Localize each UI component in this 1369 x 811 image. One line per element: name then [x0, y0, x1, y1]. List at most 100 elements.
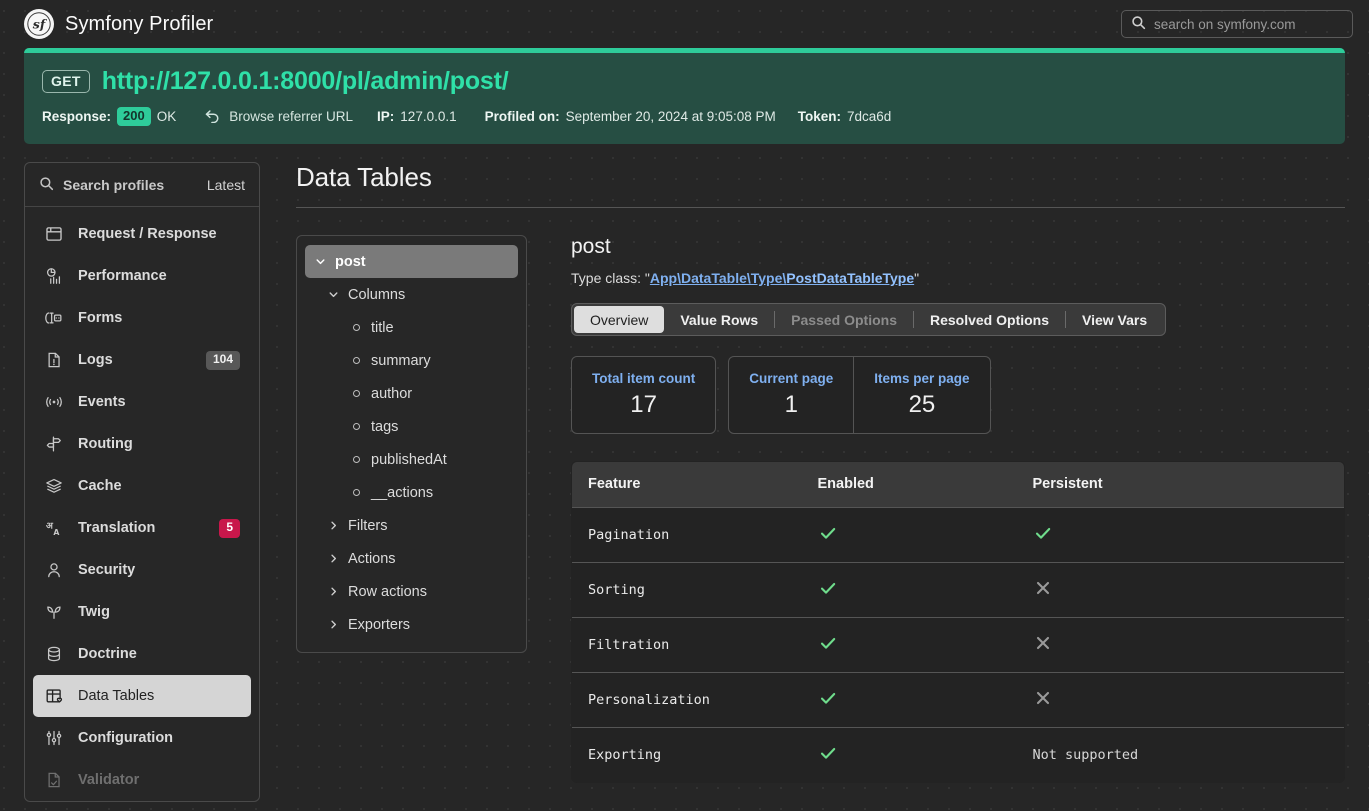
chevron-right-icon — [327, 619, 339, 631]
profiled-on-label: Profiled on: — [484, 109, 560, 125]
stat-label: Current page — [749, 371, 834, 387]
sidebar-item-forms[interactable]: Forms — [33, 297, 251, 339]
table-row: Sorting — [572, 562, 1344, 618]
tree-node-column-publishedat[interactable]: publishedAt — [305, 443, 518, 476]
symfony-search-box[interactable] — [1121, 10, 1353, 38]
tree-node-label: __actions — [371, 484, 434, 501]
browse-referrer-label: Browse referrer URL — [229, 109, 354, 125]
tree-node-column-actions[interactable]: __actions — [305, 476, 518, 509]
chevron-down-icon — [314, 256, 326, 268]
feature-table-head: Feature Enabled Persistent — [572, 462, 1344, 508]
stat-cell: Current page 1 — [729, 357, 853, 433]
detail-title: post — [571, 235, 611, 259]
sidebar-item-doctrine[interactable]: Doctrine — [33, 633, 251, 675]
bullet-icon — [353, 357, 360, 365]
type-class-link[interactable]: App\DataTable\Type\PostDataTableType — [650, 270, 914, 286]
tree-node-actions[interactable]: Actions — [305, 542, 518, 575]
check-icon — [1033, 523, 1053, 543]
stat-value: 17 — [630, 391, 657, 419]
stat-label: Items per page — [874, 371, 970, 387]
tree-node-exporters[interactable]: Exporters — [305, 608, 518, 641]
sidebar-item-label: Routing — [78, 436, 133, 453]
user-icon — [44, 560, 64, 580]
sidebar-item-performance[interactable]: Performance — [33, 255, 251, 297]
sidebar-item-events[interactable]: Events — [33, 381, 251, 423]
token-info: Token: 7dca6d — [798, 109, 892, 124]
bullet-icon — [353, 324, 360, 332]
sliders-icon — [44, 728, 64, 748]
request-summary-banner: GET http://127.0.0.1:8000/pl/admin/post/… — [24, 48, 1345, 145]
browse-referrer-url-link[interactable]: Browse referrer URL — [204, 108, 353, 126]
type-class-prefix: Type class: " — [571, 270, 650, 287]
search-input[interactable] — [1154, 16, 1343, 32]
chevron-right-icon — [327, 553, 339, 565]
title-divider — [296, 207, 1345, 209]
status-code-badge: 200 — [117, 107, 151, 127]
tree-node-columns[interactable]: Columns — [305, 278, 518, 311]
layers-icon — [44, 476, 64, 496]
sidebar-item-translation[interactable]: अ A Translation 5 — [33, 507, 251, 549]
sidebar-item-validator[interactable]: Validator — [33, 759, 251, 801]
response-label: Response: — [42, 109, 112, 125]
bullet-icon — [353, 423, 360, 431]
column-header-enabled: Enabled — [817, 476, 874, 493]
tab-value-rows[interactable]: Value Rows — [664, 306, 774, 333]
page-body: Search profiles Latest Request / Respons… — [0, 144, 1369, 803]
symfony-logo-icon: sf — [24, 9, 54, 39]
feature-name: Exporting — [572, 727, 802, 783]
tree-node-filters[interactable]: Filters — [305, 509, 518, 542]
translation-count-badge: 5 — [219, 518, 240, 538]
cross-icon — [1033, 688, 1053, 708]
persistent-cell — [1016, 562, 1344, 618]
app-title: Symfony Profiler — [65, 12, 214, 35]
sidebar-item-label: Forms — [78, 310, 123, 327]
sidebar-item-label: Cache — [78, 478, 122, 495]
bullet-icon — [353, 456, 360, 464]
tab-passed-options[interactable]: Passed Options — [775, 306, 913, 333]
browser-window-icon — [44, 224, 64, 244]
latest-link[interactable]: Latest — [207, 177, 245, 193]
profiler-sidebar: Search profiles Latest Request / Respons… — [24, 162, 260, 803]
column-header-feature: Feature — [588, 476, 641, 493]
brand[interactable]: sf Symfony Profiler — [24, 9, 213, 39]
sidebar-item-data-tables[interactable]: Data Tables — [33, 675, 251, 718]
type-class-line: Type class: "App\DataTable\Type\PostData… — [571, 270, 1345, 286]
sidebar-item-logs[interactable]: Logs 104 — [33, 339, 251, 381]
sidebar-item-security[interactable]: Security — [33, 549, 251, 591]
tree-node-post[interactable]: post — [305, 245, 518, 279]
token-label: Token: — [797, 109, 841, 125]
table-row: Exporting Not supported — [572, 727, 1344, 783]
enabled-cell — [801, 507, 1017, 563]
column-header-persistent: Persistent — [1032, 476, 1103, 493]
chevron-right-icon — [327, 586, 339, 598]
sidebar-item-request-response[interactable]: Request / Response — [33, 213, 251, 255]
profiled-on-value: September 20, 2024 at 9:05:08 PM — [565, 109, 776, 125]
sidebar-item-routing[interactable]: Routing — [33, 423, 251, 465]
tree-node-column-title[interactable]: title — [305, 311, 518, 344]
persistent-cell — [1016, 507, 1344, 563]
tab-resolved-options[interactable]: Resolved Options — [914, 306, 1065, 333]
tree-node-column-author[interactable]: author — [305, 377, 518, 410]
tab-view-vars[interactable]: View Vars — [1066, 306, 1163, 333]
persistent-note: Not supported — [1016, 727, 1344, 783]
tree-node-row-actions[interactable]: Row actions — [305, 575, 518, 608]
feature-table-body: Pagination Sorting Filtration Personaliz… — [572, 507, 1344, 783]
sidebar-item-cache[interactable]: Cache — [33, 465, 251, 507]
search-profiles-label: Search profiles — [63, 176, 165, 193]
stat-card-pagination: Current page 1 Items per page 25 — [728, 356, 991, 435]
feature-table-header-row: Feature Enabled Persistent — [572, 462, 1344, 508]
sidebar-item-twig[interactable]: Twig — [33, 591, 251, 633]
tree-node-label: Row actions — [348, 583, 427, 600]
tree-node-column-summary[interactable]: summary — [305, 344, 518, 377]
persistent-cell — [1016, 672, 1344, 728]
tree-node-label: title — [371, 319, 394, 336]
sidebar-item-configuration[interactable]: Configuration — [33, 717, 251, 759]
tree-node-column-tags[interactable]: tags — [305, 410, 518, 443]
tab-overview[interactable]: Overview — [574, 306, 665, 334]
enabled-cell — [801, 727, 1017, 783]
table-row: Pagination — [572, 507, 1344, 563]
check-icon — [818, 743, 838, 763]
search-profiles-row[interactable]: Search profiles Latest — [25, 163, 259, 208]
tree-node-label: Columns — [348, 286, 406, 303]
feature-name: Pagination — [572, 507, 802, 563]
